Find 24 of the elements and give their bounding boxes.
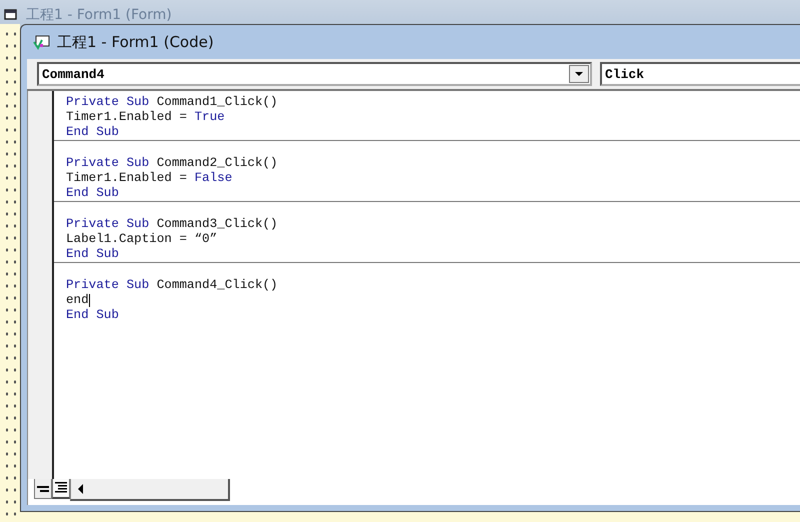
code-window-icon	[33, 34, 51, 50]
text-cursor	[88, 294, 90, 307]
code-line: End Sub	[66, 125, 119, 140]
full-module-view-icon	[55, 482, 67, 494]
horizontal-scrollbar[interactable]	[70, 479, 230, 501]
code-line: Private Sub Command1_Click()	[66, 95, 278, 110]
code-line: End Sub	[66, 308, 119, 323]
code-line: Label1.Caption = “0”	[66, 232, 218, 247]
code-line: Timer1.Enabled = False	[66, 171, 232, 186]
code-line: End Sub	[66, 186, 119, 201]
code-line: Private Sub Command3_Click()	[66, 217, 278, 232]
form-icon	[4, 9, 18, 21]
procedure-view-button[interactable]	[34, 479, 52, 499]
window-title: 工程1 - Form1 (Form)	[26, 6, 172, 24]
full-module-view-button[interactable]	[52, 479, 70, 499]
window-title: 工程1 - Form1 (Code)	[57, 32, 214, 52]
code-line: Private Sub Command4_Click()	[66, 278, 278, 293]
code-line: End Sub	[66, 247, 119, 262]
procedure-dropdown[interactable]: Click	[600, 62, 800, 86]
code-line: Timer1.Enabled = True	[66, 110, 225, 125]
code-line: end	[66, 293, 89, 308]
procedure-view-icon	[37, 484, 49, 494]
code-line: Private Sub Command2_Click()	[66, 156, 278, 171]
object-dropdown[interactable]: Command4	[37, 62, 592, 86]
